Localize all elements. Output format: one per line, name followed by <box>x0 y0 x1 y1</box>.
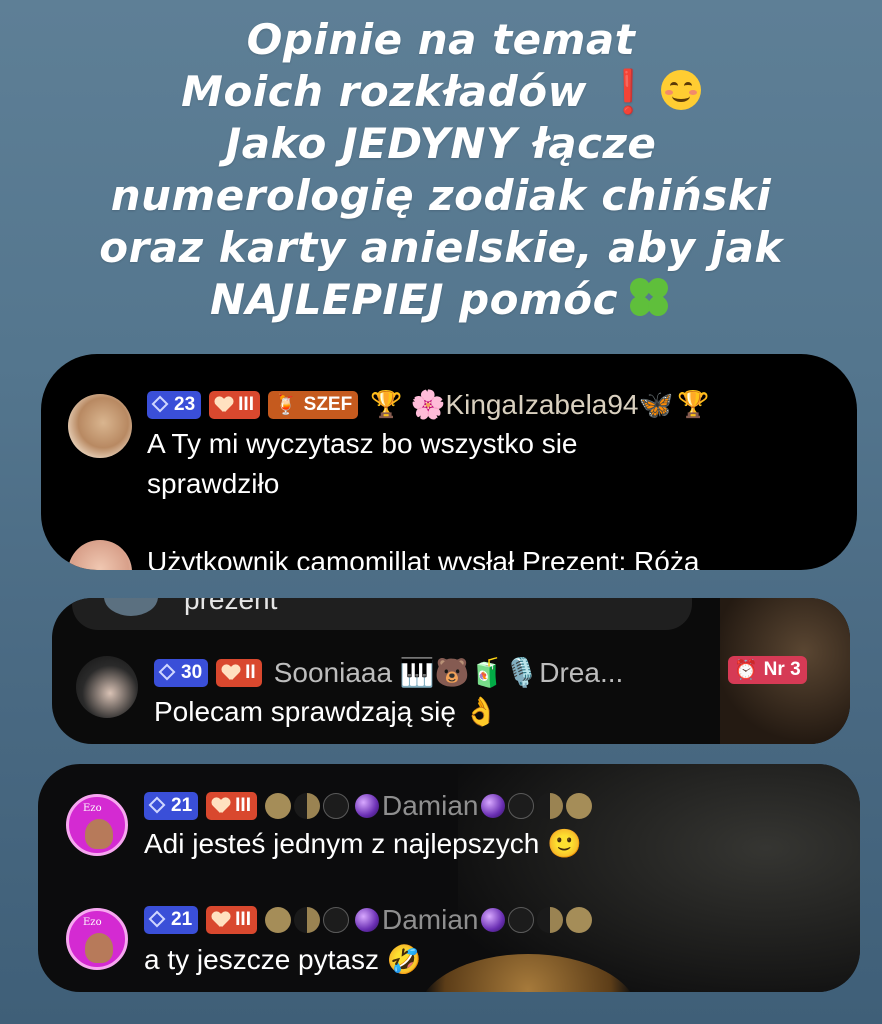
new-moon-icon <box>322 907 349 933</box>
system-message: Użytkownik camomillat wysłał Prezent: Ró… <box>147 546 700 570</box>
username[interactable]: Sooniaaa 🎹🐻🧃🎙️Drea... <box>274 656 624 689</box>
level-value: 23 <box>174 393 196 415</box>
headline-line-3: Jako JEDYNY łącze <box>225 119 657 168</box>
heart-icon <box>222 665 240 681</box>
heart-icon <box>212 912 230 928</box>
comment-card-3: Ezo 21 III Damian Adi jesteś jednym z na… <box>38 764 860 992</box>
half-moon-icon <box>537 907 564 933</box>
level-badge: 30 <box>154 658 209 687</box>
avatar[interactable] <box>68 394 132 458</box>
comment-message: A Ty mi wyczytasz bo wszystko sie sprawd… <box>147 424 578 504</box>
full-moon-icon <box>566 907 593 933</box>
avatar[interactable] <box>76 656 138 718</box>
full-moon-icon <box>264 907 291 933</box>
comment-message-line: sprawdziło <box>147 468 280 499</box>
headline-line-6: NAJLEPIEJ pomóc <box>0 273 882 326</box>
crystal-ball-icon <box>354 908 379 932</box>
previous-comment-fragment <box>72 598 692 630</box>
heart-icon <box>212 798 230 814</box>
half-moon-icon <box>293 907 320 933</box>
username[interactable]: Damian <box>382 904 478 936</box>
fan-level-badge: III <box>206 792 257 820</box>
diamond-icon <box>153 397 169 413</box>
fan-level-badge: III <box>209 390 260 419</box>
comment-card-1: 23 III 🍹 SZEF 🏆 🌸KingaIzabela94🦋 🏆 A Ty m… <box>41 354 857 570</box>
headline-line-5: oraz karty anielskie, aby jak <box>99 223 783 272</box>
avatar[interactable]: Ezo <box>66 794 128 856</box>
headline: Opinie na temat Moich rozkładów ❗ Jako J… <box>0 14 882 326</box>
full-moon-icon <box>566 793 593 819</box>
heart-icon <box>215 397 233 413</box>
comment-message-line: A Ty mi wyczytasz bo wszystko sie <box>147 428 578 459</box>
username[interactable]: 🌸KingaIzabela94🦋 <box>411 388 674 421</box>
drink-icon: 🍹 <box>273 394 298 416</box>
comment-header: 21 III Damian <box>144 790 595 822</box>
rank-badge: ⏰ Nr 3 <box>728 656 807 684</box>
fan-level-value: II <box>245 661 256 683</box>
comment-message: Adi jesteś jednym z najlepszych 🙂 <box>144 828 582 859</box>
level-value: 21 <box>171 909 193 930</box>
crystal-ball-icon <box>481 794 506 818</box>
level-badge: 21 <box>144 792 199 820</box>
headline-line-6-text: NAJLEPIEJ pomóc <box>209 275 619 324</box>
alarm-clock-icon: ⏰ <box>734 660 758 681</box>
full-moon-icon <box>264 793 291 819</box>
half-moon-icon <box>537 793 564 819</box>
diamond-icon <box>150 798 166 814</box>
four-leaf-clover-icon <box>625 273 673 321</box>
avatar-label: Ezo <box>83 917 102 928</box>
exclamation-icon: ❗ <box>602 67 655 116</box>
fan-level-value: III <box>235 909 251 930</box>
cut-comment-text: prezent <box>184 598 278 615</box>
fan-level-value: III <box>235 795 251 816</box>
comment-header: 30 II Sooniaaa 🎹🐻🧃🎙️Drea... <box>154 656 623 689</box>
avatar[interactable]: Ezo <box>66 908 128 970</box>
headline-line-4: numerologię zodiak chiński <box>110 171 772 220</box>
smiling-face-icon <box>660 70 701 110</box>
crystal-ball-icon <box>354 794 379 818</box>
diamond-icon <box>150 912 166 928</box>
avatar[interactable] <box>68 540 132 570</box>
level-value: 21 <box>171 795 193 816</box>
trophy-icon: 🏆 <box>677 389 710 420</box>
level-badge: 23 <box>147 390 202 419</box>
diamond-icon <box>160 665 176 681</box>
role-badge-label: SZEF <box>303 393 353 415</box>
new-moon-icon <box>322 793 349 819</box>
level-value: 30 <box>181 661 203 683</box>
comment-message: Polecam sprawdzają się 👌 <box>154 696 499 727</box>
rank-badge-wrap: ⏰ Nr 3 <box>728 656 815 684</box>
crystal-ball-icon <box>481 908 506 932</box>
rank-badge-label: Nr 3 <box>763 659 801 680</box>
fan-level-badge: III <box>206 906 257 934</box>
new-moon-icon <box>508 907 535 933</box>
fan-level-badge: II <box>216 658 262 687</box>
comment-message: a ty jeszcze pytasz 🤣 <box>144 944 422 975</box>
comment-header: 21 III Damian <box>144 904 595 936</box>
comment-card-2: prezent 30 II Sooniaaa 🎹🐻🧃🎙️Drea... ⏰ Nr … <box>52 598 850 744</box>
headline-line-2-text: Moich rozkładów <box>181 67 587 116</box>
headline-line-2: Moich rozkładów ❗ <box>0 66 882 118</box>
trophy-icon: 🏆 <box>370 389 403 420</box>
username[interactable]: Damian <box>382 790 478 822</box>
avatar-label: Ezo <box>83 803 102 814</box>
avatar-face <box>85 933 113 963</box>
new-moon-icon <box>508 793 535 819</box>
level-badge: 21 <box>144 906 199 934</box>
headline-line-1: Opinie na temat <box>246 15 636 64</box>
fan-level-value: III <box>238 393 254 415</box>
half-moon-icon <box>293 793 320 819</box>
comment-header: 23 III 🍹 SZEF 🏆 🌸KingaIzabela94🦋 🏆 <box>147 388 714 421</box>
avatar-face <box>85 819 113 849</box>
role-badge: 🍹 SZEF <box>267 390 359 419</box>
